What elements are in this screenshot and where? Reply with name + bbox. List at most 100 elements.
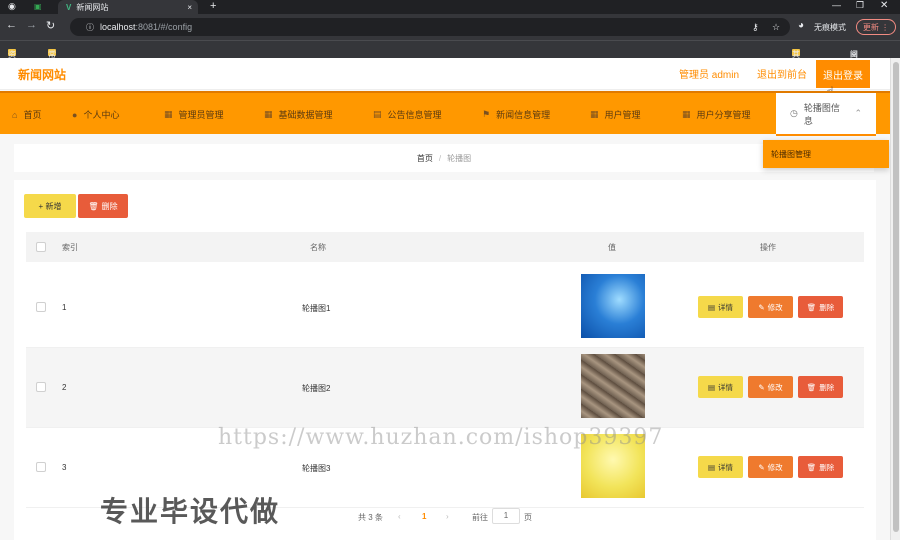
doc-icon: ▤	[707, 302, 716, 312]
watermark-slogan: 专业毕设代做	[100, 496, 281, 527]
carousel-thumbnail	[581, 354, 645, 418]
home-icon: ⌂	[12, 109, 18, 120]
pager-prev[interactable]: ‹	[398, 512, 401, 521]
bookmarks-bar: 资料 常用 其他书签 ▤ 阅读清单	[0, 40, 900, 92]
admin-label: 管理员 admin	[679, 70, 740, 81]
chevron-up-icon: ⌃	[854, 108, 862, 118]
page-scrollbar[interactable]	[890, 58, 900, 540]
doc-icon: ▤	[373, 109, 382, 119]
delete-button[interactable]: 🗑 删除	[798, 296, 843, 318]
nav-item-notices[interactable]: ▤ 公告信息管理	[373, 93, 442, 136]
trash-icon: 🗑	[806, 302, 817, 312]
new-tab-icon[interactable]: +	[210, 0, 216, 12]
col-actions: 操作	[760, 243, 776, 252]
app-viewport: 新闻网站 管理员 admin 退出到前台 退出登录 ☝ ⌂首页 ●个人中心 ▦管…	[0, 58, 890, 540]
bulk-delete-button[interactable]: 🗑 删除	[78, 194, 128, 218]
row-name: 轮播图3	[302, 464, 331, 473]
carousel-thumbnail	[581, 274, 645, 338]
row-checkbox[interactable]	[36, 382, 46, 392]
scrollbar-thumb[interactable]	[893, 62, 899, 532]
pager-next[interactable]: ›	[446, 512, 449, 521]
front-link[interactable]: 退出到前台	[757, 66, 807, 81]
detail-button[interactable]: ▤ 详情	[698, 296, 743, 318]
logout-button[interactable]: 退出登录	[816, 60, 870, 88]
doc-icon: ▤	[707, 462, 716, 472]
address-bar-row: ← → ↻ ⓘ localhost:8081/#/config ⚷ ☆ ◕ 无痕…	[0, 14, 900, 40]
table-row: 2 轮播图2 ▤ 详情 ✎ 修改 🗑 删除	[26, 348, 864, 428]
col-value: 值	[608, 243, 616, 252]
grid-icon: ▦	[682, 109, 691, 119]
pencil-icon: ✎	[758, 462, 765, 472]
nav-item-news[interactable]: ⚑ 新闻信息管理	[482, 93, 550, 136]
trash-icon: 🗑	[88, 201, 99, 211]
tab-favicon-icon[interactable]: ▣	[34, 2, 42, 11]
site-info-icon[interactable]: ⓘ	[86, 22, 94, 33]
restore-icon[interactable]: ❐	[856, 0, 864, 11]
detail-button[interactable]: ▤ 详情	[698, 456, 743, 478]
forward-icon[interactable]: →	[26, 19, 37, 31]
grid-icon: ▦	[590, 109, 599, 119]
watermark-url: https://www.huzhan.com/ishop39397	[218, 425, 664, 450]
app-header: 新闻网站 管理员 admin 退出到前台 退出登录 ☝	[0, 58, 890, 99]
nav-item-carousel[interactable]: ◷ 轮播图信息 ⌃	[776, 93, 876, 136]
window-close-icon[interactable]: ✕	[880, 0, 888, 11]
profile-icon[interactable]: ◉	[8, 1, 16, 12]
pager-current[interactable]: 1	[422, 512, 426, 521]
delete-button[interactable]: 🗑 删除	[798, 456, 843, 478]
edit-button[interactable]: ✎ 修改	[748, 376, 793, 398]
pager-total: 共 3 条	[358, 513, 383, 522]
browser-tab-active[interactable]: V 新闻网站 ×	[58, 0, 198, 14]
minimize-icon[interactable]: —	[832, 0, 841, 10]
update-button[interactable]: 更新 ⋮	[856, 19, 896, 35]
doc-icon: ▤	[707, 382, 716, 392]
grid-icon: ▦	[264, 109, 273, 119]
nav-item-profile[interactable]: ● 个人中心	[72, 93, 119, 136]
col-index: 索引	[62, 243, 78, 252]
table-row: 1 轮播图1 ▤ 详情 ✎ 修改 🗑 删除	[26, 268, 864, 348]
key-icon[interactable]: ⚷	[752, 22, 759, 33]
user-icon: ●	[72, 109, 78, 120]
browser-tab-strip: ◉ ▣ V 新闻网站 × + — ❐ ✕	[0, 0, 900, 14]
tab-title: 新闻网站	[76, 2, 109, 12]
flag-icon: ⚑	[482, 109, 491, 119]
nav-item-shares[interactable]: ▦ 用户分享管理	[682, 93, 751, 136]
url-path: :8081/#/config	[135, 22, 193, 32]
clock-icon: ◷	[790, 108, 798, 118]
row-checkbox[interactable]	[36, 302, 46, 312]
grid-icon: ▦	[164, 109, 173, 119]
row-index: 3	[62, 463, 67, 472]
delete-button[interactable]: 🗑 删除	[798, 376, 843, 398]
reload-icon[interactable]: ↻	[46, 19, 55, 32]
select-all-checkbox[interactable]	[36, 242, 46, 252]
dropdown-item-carousel-manage[interactable]: 轮播图管理	[763, 140, 889, 168]
trash-icon: 🗑	[806, 462, 817, 472]
tab-close-icon[interactable]: ×	[187, 3, 192, 12]
nav-item-basedata[interactable]: ▦ 基础数据管理	[264, 93, 333, 136]
breadcrumb-separator: /	[438, 153, 442, 163]
breadcrumb: 首页 / 轮播图	[14, 144, 874, 172]
incognito-label: 无痕模式	[814, 23, 846, 32]
row-name: 轮播图2	[302, 384, 331, 393]
detail-button[interactable]: ▤ 详情	[698, 376, 743, 398]
row-name: 轮播图1	[302, 304, 331, 313]
back-icon[interactable]: ←	[6, 19, 17, 31]
nav-item-admins[interactable]: ▦ 管理员管理	[164, 93, 224, 136]
breadcrumb-home[interactable]: 首页	[417, 153, 433, 164]
pencil-icon: ✎	[758, 302, 765, 312]
table-header: 索引 名称 值 操作	[26, 232, 864, 262]
page-jump-input[interactable]: 1	[492, 508, 520, 524]
address-bar[interactable]: ⓘ localhost:8081/#/config ⚷ ☆	[70, 18, 790, 36]
nav-item-home[interactable]: ⌂ 首页	[12, 93, 41, 136]
edit-button[interactable]: ✎ 修改	[748, 456, 793, 478]
brand-title: 新闻网站	[18, 68, 67, 82]
col-name: 名称	[310, 243, 326, 252]
pencil-icon: ✎	[758, 382, 765, 392]
row-checkbox[interactable]	[36, 462, 46, 472]
main-nav: ⌂ 首页 ● 个人中心 ▦ 管理员管理 ▦ 基础数据管理 ▤ 公告信息管理 ⚑ 新闻信息管理…	[0, 91, 890, 136]
edit-button[interactable]: ✎ 修改	[748, 296, 793, 318]
incognito-icon: ◕	[798, 20, 805, 31]
row-index: 2	[62, 383, 67, 392]
add-button[interactable]: + 新增	[24, 194, 76, 218]
star-icon[interactable]: ☆	[772, 22, 780, 33]
nav-item-users[interactable]: ▦ 用户管理	[590, 93, 641, 136]
